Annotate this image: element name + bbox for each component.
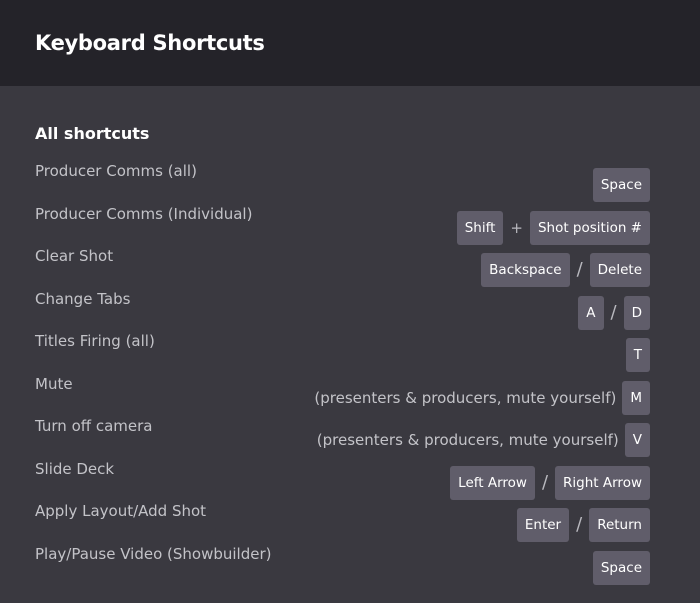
- key-t: T: [625, 338, 650, 372]
- keyboard-shortcuts-dialog: Keyboard Shortcuts All shortcuts Produce…: [0, 0, 700, 603]
- shortcut-row-play-pause-video: Play/Pause Video (Showbuilder) Space: [35, 545, 650, 585]
- shortcut-row-turn-off-camera: Turn off camera (presenters & producers,…: [35, 417, 650, 457]
- shortcut-keys: Space: [592, 551, 650, 585]
- key-v: V: [624, 423, 650, 457]
- shortcut-keys: Shift + Shot position #: [456, 211, 650, 245]
- key-backspace: Backspace: [481, 253, 570, 287]
- key-delete: Delete: [589, 253, 650, 287]
- key-separator: +: [510, 219, 523, 237]
- key-space: Space: [592, 551, 650, 585]
- shortcut-label: Mute: [35, 375, 73, 393]
- key-d: D: [623, 296, 650, 330]
- shortcut-label: Turn off camera: [35, 417, 153, 435]
- shortcut-row-change-tabs: Change Tabs A / D: [35, 290, 650, 330]
- shortcut-label: Titles Firing (all): [35, 332, 155, 350]
- shortcut-keys: T: [625, 338, 650, 372]
- shortcut-label: Play/Pause Video (Showbuilder): [35, 545, 272, 563]
- key-separator: /: [541, 472, 549, 493]
- shortcut-keys: Left Arrow / Right Arrow: [450, 466, 650, 500]
- shortcut-keys: (presenters & producers, mute yourself) …: [314, 381, 650, 415]
- key-a: A: [578, 296, 604, 330]
- section-title: All shortcuts: [35, 124, 150, 143]
- shortcut-label: Change Tabs: [35, 290, 131, 308]
- shortcut-row-apply-layout: Apply Layout/Add Shot Enter / Return: [35, 502, 650, 542]
- key-right-arrow: Right Arrow: [555, 466, 650, 500]
- key-separator: /: [610, 302, 617, 323]
- shortcut-keys: (presenters & producers, mute yourself) …: [317, 423, 650, 457]
- key-left-arrow: Left Arrow: [450, 466, 535, 500]
- shortcut-label: Producer Comms (Individual): [35, 205, 253, 223]
- shortcut-row-slide-deck: Slide Deck Left Arrow / Right Arrow: [35, 460, 650, 500]
- dialog-title: Keyboard Shortcuts: [35, 31, 265, 55]
- shortcut-label: Clear Shot: [35, 247, 114, 265]
- key-space: Space: [592, 168, 650, 202]
- shortcut-note: (presenters & producers, mute yourself): [314, 389, 617, 407]
- shortcut-keys: Enter / Return: [516, 508, 650, 542]
- key-shot-position: Shot position #: [529, 211, 650, 245]
- shortcut-row-producer-comms-individual: Producer Comms (Individual) Shift + Shot…: [35, 205, 650, 245]
- key-separator: /: [576, 514, 583, 535]
- shortcut-row-producer-comms-all: Producer Comms (all) Space: [35, 162, 650, 202]
- key-m: M: [622, 381, 650, 415]
- shortcut-keys: Backspace / Delete: [481, 253, 650, 287]
- key-enter: Enter: [516, 508, 570, 542]
- shortcut-label: Slide Deck: [35, 460, 115, 478]
- shortcut-label: Apply Layout/Add Shot: [35, 502, 207, 520]
- shortcut-row-clear-shot: Clear Shot Backspace / Delete: [35, 247, 650, 287]
- key-separator: /: [576, 259, 583, 280]
- shortcut-keys: A / D: [578, 296, 650, 330]
- shortcut-row-titles-firing: Titles Firing (all) T: [35, 332, 650, 372]
- shortcut-row-mute: Mute (presenters & producers, mute yours…: [35, 375, 650, 415]
- shortcut-note: (presenters & producers, mute yourself): [316, 431, 619, 449]
- key-return: Return: [589, 508, 650, 542]
- key-shift: Shift: [456, 211, 504, 245]
- shortcut-keys: Space: [592, 168, 650, 202]
- shortcut-label: Producer Comms (all): [35, 162, 197, 180]
- dialog-header: Keyboard Shortcuts: [0, 0, 700, 86]
